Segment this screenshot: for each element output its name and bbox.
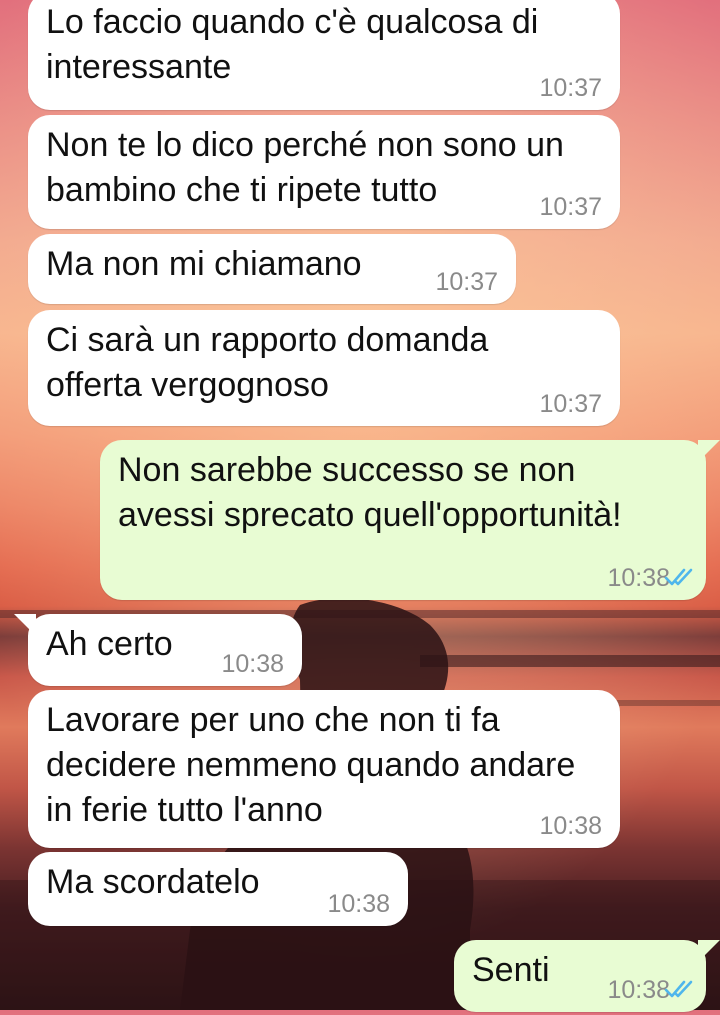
message-time: 10:38	[221, 650, 284, 678]
message-bubble-incoming[interactable]: Ma non mi chiamano 10:37	[28, 234, 516, 304]
message-bubble-incoming[interactable]: Ci sarà un rapporto domanda offerta verg…	[28, 310, 620, 426]
message-text: Ah certo	[46, 625, 173, 663]
message-text: Ma scordatelo	[46, 863, 260, 901]
message-bubble-incoming[interactable]: Ah certo 10:38	[14, 614, 302, 686]
bubble-tail	[14, 614, 36, 636]
bubble-tail	[698, 940, 720, 962]
message-bubble-incoming[interactable]: Ma scordatelo 10:38	[28, 852, 408, 926]
message-time: 10:37	[539, 74, 602, 102]
message-bubble-incoming[interactable]: Non te lo dico perché non sono un bambin…	[28, 115, 620, 229]
message-text: Non sarebbe successo se non avessi sprec…	[118, 451, 622, 534]
message-text: Ma non mi chiamano	[46, 245, 362, 283]
message-time: 10:37	[539, 193, 602, 221]
message-text: Lo faccio quando c'è qualcosa di interes…	[46, 3, 539, 86]
message-bubble-outgoing[interactable]: Non sarebbe successo se non avessi sprec…	[100, 440, 720, 600]
double-check-read-icon	[664, 980, 693, 998]
message-bubble-incoming[interactable]: Lavorare per uno che non ti fa decidere …	[28, 690, 620, 848]
message-text: Ci sarà un rapporto domanda offerta verg…	[46, 321, 489, 404]
message-text: Senti	[472, 951, 550, 989]
message-text: Lavorare per uno che non ti fa decidere …	[46, 701, 576, 829]
message-time: 10:38	[607, 976, 670, 1004]
double-check-read-icon	[664, 568, 693, 586]
message-time: 10:38	[327, 890, 390, 918]
message-text: Non te lo dico perché non sono un bambin…	[46, 126, 564, 209]
bubble-tail	[698, 440, 720, 462]
message-bubble-incoming[interactable]: Lo faccio quando c'è qualcosa di interes…	[28, 0, 620, 110]
chat-thread[interactable]: Lo faccio quando c'è qualcosa di interes…	[0, 0, 720, 1012]
message-time: 10:38	[539, 812, 602, 840]
message-time: 10:38	[607, 564, 670, 592]
message-bubble-outgoing[interactable]: Senti 10:38	[454, 940, 720, 1012]
message-time: 10:37	[539, 390, 602, 418]
message-time: 10:37	[435, 268, 498, 296]
